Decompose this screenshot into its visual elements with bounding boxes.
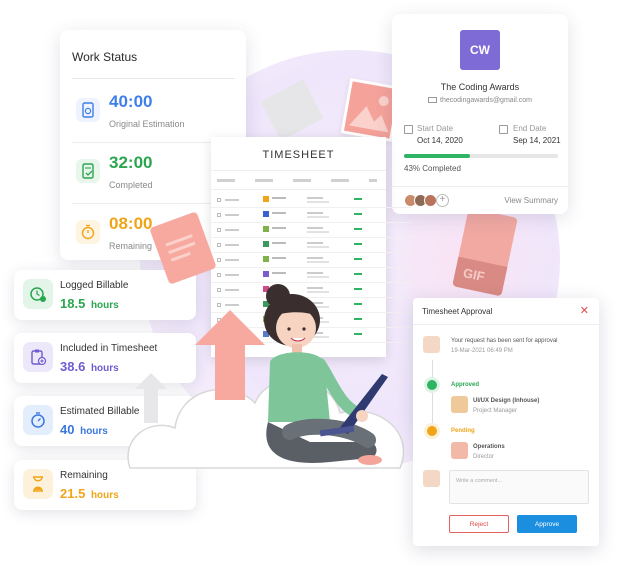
stat-value: 21.5 hours [60, 486, 119, 501]
approve-button[interactable]: Approve [517, 515, 577, 533]
completed-label: Completed [109, 180, 153, 190]
timesheet-row [211, 208, 411, 223]
hourglass-icon [23, 469, 53, 499]
approver-department: UI/UX Design (Inhouse) [473, 398, 540, 404]
timesheet-table-header [211, 170, 386, 190]
end-date-value: Sep 14, 2021 [513, 136, 561, 145]
end-date-label: End Date [513, 124, 547, 133]
stat-number: 18.5 [60, 296, 86, 311]
remaining-label: Remaining [109, 241, 153, 251]
project-card[interactable]: CW The Coding Awards thecodingawards@gma… [392, 14, 568, 214]
completed-value: 32:00 [109, 153, 153, 172]
pending-role: Director [473, 454, 495, 460]
avatar [451, 442, 468, 459]
close-icon[interactable]: ✕ [580, 304, 589, 317]
request-sent-time: 19-Mar-2021 06:49 PM [451, 348, 513, 354]
clock-dollar-icon [23, 279, 53, 309]
timesheet-approval-panel: Timesheet Approval ✕ Your request has be… [413, 298, 599, 546]
project-logo: CW [460, 30, 500, 70]
document-check-icon [76, 159, 100, 183]
stat-number: 21.5 [60, 486, 86, 501]
timesheet-row [211, 268, 411, 283]
stat-unit: hours [90, 300, 119, 311]
remaining-value: 08:00 [109, 214, 153, 233]
calendar-icon [404, 125, 413, 134]
stat-number: 40 [60, 422, 75, 437]
pending-label: Pending [451, 428, 475, 434]
start-date-value: Oct 14, 2020 [417, 136, 463, 145]
start-date-label: Start Date [417, 124, 454, 133]
calendar-icon [499, 125, 508, 134]
timesheet-row [211, 193, 411, 208]
request-sent-message: Your request has been sent for approval [451, 338, 558, 344]
document-clock-icon [76, 98, 100, 122]
timesheet-row [211, 253, 411, 268]
comment-input[interactable]: Write a comment... [449, 470, 589, 504]
stat-value: 18.5 hours [60, 296, 119, 311]
person-with-laptop-illustration [264, 284, 388, 465]
mail-icon [428, 97, 438, 104]
stat-unit: hours [90, 490, 119, 501]
original-estimation-value: 40:00 [109, 92, 153, 111]
clipboard-add-icon [23, 342, 53, 372]
add-member-icon[interactable]: + [436, 194, 449, 207]
timesheet-row [211, 223, 411, 238]
project-email-text: thecodingawards@gmail.com [440, 97, 532, 104]
stat-value: 40 hours [60, 422, 108, 437]
progress-bar-fill [404, 154, 471, 158]
original-estimation-label: Original Estimation [109, 119, 185, 129]
avatar [451, 396, 468, 413]
avatar [423, 470, 440, 487]
timer-icon [76, 220, 100, 244]
project-name: The Coding Awards [440, 82, 520, 92]
work-status-title: Work Status [72, 50, 138, 64]
avatar [423, 336, 440, 353]
work-status-row-original: 40:00 Original Estimation [72, 90, 237, 140]
timesheet-row [211, 238, 411, 253]
reject-button[interactable]: Reject [449, 515, 509, 533]
stat-unit: hours [80, 426, 108, 437]
project-email: thecodingawards@gmail.com [392, 97, 568, 104]
stopwatch-icon [23, 405, 53, 435]
progress-label: 43% Completed [404, 164, 461, 173]
upload-arrow-small-illustration [135, 373, 167, 423]
stat-number: 38.6 [60, 359, 86, 374]
pending-department: Operations [473, 444, 505, 450]
approver-role: Project Manager [473, 408, 518, 414]
progress-bar [404, 154, 558, 158]
view-summary-link[interactable]: View Summary [504, 196, 558, 205]
stat-label: Logged Billable [60, 280, 129, 291]
stat-unit: hours [90, 363, 119, 374]
approved-label: Approved [451, 382, 480, 388]
stat-value: 38.6 hours [60, 359, 119, 374]
approval-title: Timesheet Approval [422, 307, 493, 316]
pending-status-dot [427, 426, 437, 436]
timesheet-title: TIMESHEET [262, 149, 335, 161]
stat-label: Remaining [60, 470, 108, 481]
approved-status-dot [427, 380, 437, 390]
